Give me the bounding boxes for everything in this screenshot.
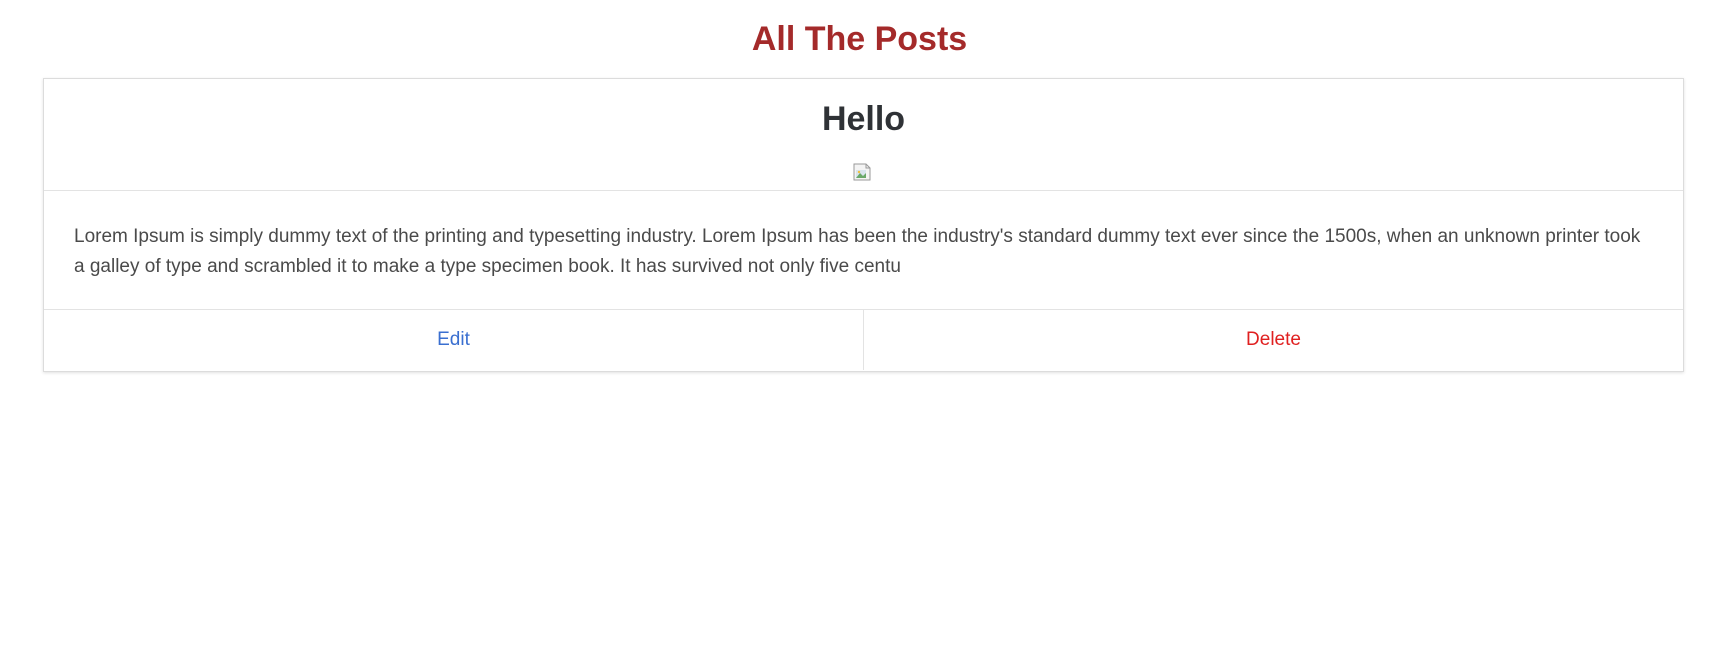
broken-image-icon	[853, 163, 871, 181]
post-body: Lorem Ipsum is simply dummy text of the …	[44, 191, 1683, 310]
post-card: Hello Lorem Ipsum is simply dummy text o…	[43, 78, 1684, 372]
post-title: Hello	[821, 100, 906, 138]
edit-button[interactable]: Edit	[44, 310, 863, 370]
post-header: Hello	[44, 79, 1683, 191]
delete-button[interactable]: Delete	[863, 310, 1683, 370]
post-actions: Edit Delete	[44, 310, 1683, 370]
page-title: All The Posts	[751, 20, 968, 58]
post-text: Lorem Ipsum is simply dummy text of the …	[74, 226, 1641, 277]
